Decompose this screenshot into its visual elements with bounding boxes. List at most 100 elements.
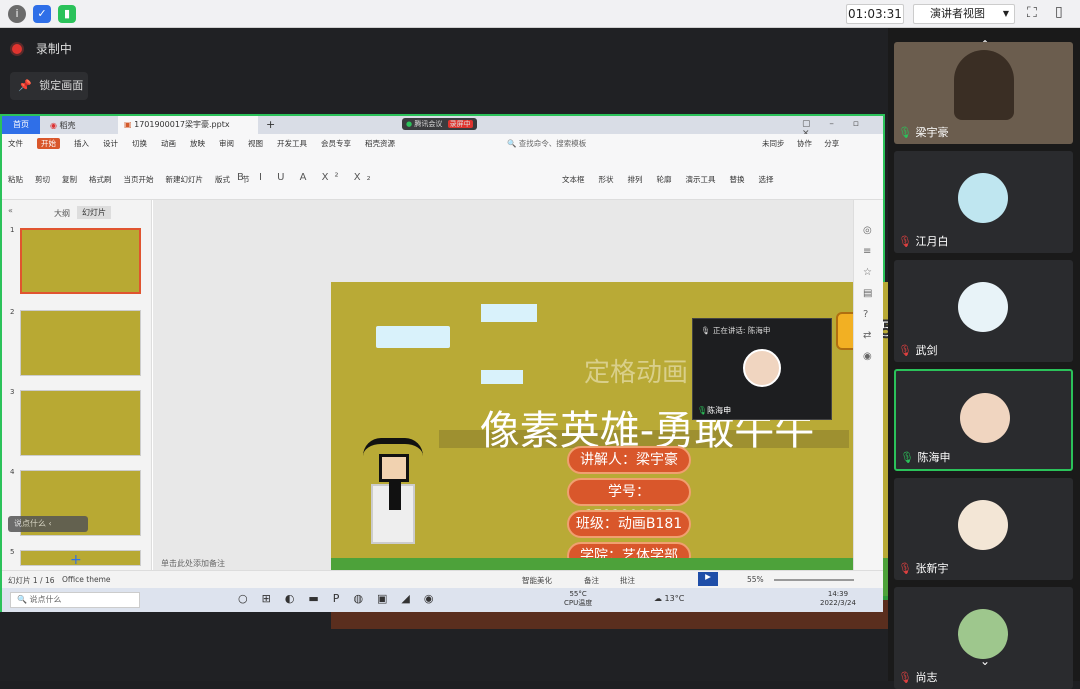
ribbon-right-cmd-2[interactable]: 排列: [628, 175, 643, 184]
layout-icon[interactable]: ▯: [1055, 4, 1063, 20]
menu-11[interactable]: 稻壳资源: [365, 139, 395, 148]
add-slide-icon[interactable]: +: [70, 552, 82, 568]
clock-time: 14:39: [827, 590, 849, 598]
menu-1[interactable]: 开始: [37, 138, 60, 149]
mic-icon: 🎙: [701, 326, 711, 335]
thumb-number: 1: [10, 226, 15, 234]
ribbon-cmd-5[interactable]: 新建幻灯片: [166, 175, 204, 184]
fullscreen-icon[interactable]: ⛶: [1027, 5, 1037, 21]
command-search-label: 查找命令、搜索模板: [518, 139, 587, 148]
chat-hint[interactable]: 说点什么 ‹: [8, 516, 88, 532]
avatar: [958, 173, 1008, 223]
tab-docer[interactable]: ◉ 稻壳: [50, 120, 76, 131]
sidebar-tools[interactable]: ◎ ≡ ☆ ▤? ⇄ ◉: [863, 220, 872, 367]
participant-tile[interactable]: 🎙 尚志: [894, 587, 1073, 689]
menu-5[interactable]: 动画: [161, 139, 176, 148]
avatar: [954, 50, 1014, 120]
recording-indicator[interactable]: 录制中: [10, 38, 72, 60]
thumb-number: 3: [10, 388, 15, 396]
zoom-slider[interactable]: [774, 579, 854, 581]
participant-name: 🎙 尚志: [898, 669, 937, 685]
participant-tile[interactable]: 🎙 张新宇: [894, 478, 1073, 580]
ribbon-cmd-0[interactable]: 粘贴: [8, 175, 23, 184]
ribbon-cmd-1[interactable]: 剪切: [35, 175, 50, 184]
cloud-shape: [481, 370, 523, 384]
hero-beard: [389, 480, 401, 510]
status-bar: 幻灯片 1 / 16 Office theme 智能美化 备注 批注 ▶ 55%: [2, 570, 883, 588]
pin-screen-button[interactable]: 📌 锁定画面: [10, 72, 88, 100]
shield-icon[interactable]: ✓: [33, 5, 51, 23]
mic-icon: 🎙: [898, 671, 916, 684]
smart-beautify-button[interactable]: 智能美化: [522, 575, 552, 586]
menu-6[interactable]: 放映: [190, 139, 205, 148]
slide-thumbnail[interactable]: [20, 228, 141, 294]
participant-tile[interactable]: 🎙 武剑: [894, 260, 1073, 362]
share-button[interactable]: 分享: [824, 139, 839, 148]
menu-2[interactable]: 插入: [74, 139, 89, 148]
meeting-badges: ● 腾讯会议 录屏中: [402, 118, 477, 130]
font-format-buttons[interactable]: B I U A X² X₂: [237, 172, 377, 183]
right-sidebar: ◎ ≡ ☆ ▤? ⇄ ◉: [853, 200, 883, 570]
presenter-view-dropdown[interactable]: 演讲者视图 ▼: [913, 4, 1015, 24]
chevron-down-icon: ▼: [1002, 9, 1009, 18]
participant-tile[interactable]: 🎙 陈海申: [894, 369, 1073, 471]
participant-name: 🎙 张新宇: [898, 560, 948, 576]
windows-taskbar: 🔍 说点什么 ○⊞◐▬P◍▣◢◉ 55°C CPU温度 ☁ 13°C 14:39 2…: [2, 588, 883, 612]
thumb-number: 2: [10, 308, 15, 316]
ribbon-cmd-4[interactable]: 当页开始: [124, 175, 154, 184]
participant-name: 🎙 江月白: [898, 233, 948, 249]
ribbon-right-cmd-3[interactable]: 轮廓: [657, 175, 672, 184]
taskbar-search[interactable]: 🔍 说点什么: [10, 592, 140, 608]
taskbar-apps[interactable]: ○⊞◐▬P◍▣◢◉: [238, 592, 448, 605]
menu-4[interactable]: 切换: [132, 139, 147, 148]
menu-8[interactable]: 视图: [248, 139, 263, 148]
sync-status[interactable]: 未同步: [762, 139, 785, 148]
ribbon-cmd-6[interactable]: 版式: [215, 175, 230, 184]
command-search[interactable]: 🔍 查找命令、搜索模板: [507, 138, 586, 149]
ribbon-right-cmd-1[interactable]: 形状: [599, 175, 614, 184]
ribbon-right-cmd-4[interactable]: 演示工具: [686, 175, 716, 184]
comments-button[interactable]: 批注: [620, 575, 635, 586]
tab-slides[interactable]: 幻灯片: [77, 206, 111, 219]
new-tab-icon[interactable]: +: [266, 118, 275, 131]
notes-button[interactable]: 备注: [584, 575, 599, 586]
slide-thumbnail[interactable]: [20, 310, 141, 376]
avatar: [743, 349, 781, 387]
participant-tile[interactable]: 🎙 江月白: [894, 151, 1073, 253]
ppt-icon: ▣: [124, 120, 132, 129]
ribbon-right-cmd-0[interactable]: 文本框: [562, 175, 585, 184]
ribbon-cmd-2[interactable]: 复制: [62, 175, 77, 184]
collapse-icon[interactable]: «: [8, 206, 13, 215]
ribbon: 文件 开始 插入 设计 切换 动画 放映 审阅 视图 开发工具 会员专享 稻壳资源 🔍 查找命令、搜索…: [2, 134, 883, 200]
presenter-view-label: 演讲者视图: [930, 7, 985, 20]
menu-3[interactable]: 设计: [103, 139, 118, 148]
ribbon-cmd-3[interactable]: 格式刷: [89, 175, 112, 184]
menu-0[interactable]: 文件: [8, 139, 23, 148]
chevron-down-icon[interactable]: ⌄: [980, 654, 990, 668]
ribbon-right-cmd-5[interactable]: 替换: [730, 175, 745, 184]
play-icon[interactable]: ▶: [698, 572, 718, 586]
participant-name-label: 尚志: [915, 671, 938, 684]
recording-label: 录制中: [35, 42, 72, 56]
right-menu: 未同步 协作 分享: [762, 138, 839, 149]
menu-7[interactable]: 审阅: [219, 139, 234, 148]
tab-file-label: 1701900017梁宇豪.pptx: [134, 120, 230, 129]
ribbon-commands-right: 文本框 形状 排列 轮廓 演示工具 替换 选择: [562, 174, 788, 185]
signal-icon[interactable]: ▮: [58, 5, 76, 23]
menu-10[interactable]: 会员专享: [321, 139, 351, 148]
thumb-number: 4: [10, 468, 15, 476]
tab-home[interactable]: 首页: [2, 116, 40, 134]
slide-thumbnail[interactable]: [20, 390, 141, 456]
ribbon-right-cmd-6[interactable]: 选择: [759, 175, 774, 184]
menu-9[interactable]: 开发工具: [277, 139, 307, 148]
info-icon[interactable]: i: [8, 5, 26, 23]
slide-info-pill: 班级：动画B181: [567, 510, 691, 538]
slide-thumbnail-panel: « 大纲 幻灯片 1 2 3 4 5 说点什么 ‹ +: [2, 200, 152, 570]
tab-outline[interactable]: 大纲: [54, 208, 70, 219]
mic-icon: 🎙: [697, 406, 708, 415]
notes-placeholder[interactable]: 单击此处添加备注: [161, 558, 225, 569]
tab-file[interactable]: ▣ 1701900017梁宇豪.pptx: [118, 116, 258, 134]
collab-button[interactable]: 协作: [797, 139, 812, 148]
participant-tile[interactable]: 🎙 梁宇豪: [894, 42, 1073, 144]
cloud-shape: [376, 326, 450, 348]
